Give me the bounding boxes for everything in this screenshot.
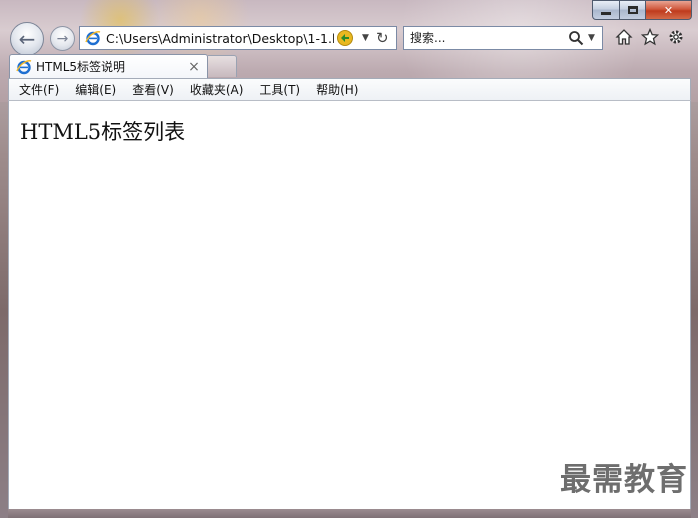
ie-tab-icon (16, 59, 32, 74)
window-chrome: ✕ ← → C:\Users\Administrator\Desktop\1-1… (0, 0, 698, 102)
maximize-icon (627, 6, 638, 14)
menu-help[interactable]: 帮助(H) (308, 81, 366, 98)
menu-view[interactable]: 查看(V) (124, 81, 182, 98)
back-button[interactable]: ← (10, 22, 44, 56)
address-dropdown-icon[interactable]: ▼ (362, 33, 374, 43)
menu-favorites[interactable]: 收藏夹(A) (182, 81, 252, 98)
menu-edit[interactable]: 编辑(E) (67, 81, 124, 98)
search-box[interactable]: ▼ (403, 26, 603, 50)
settings-button[interactable] (666, 27, 686, 47)
new-tab-button[interactable] (208, 55, 237, 77)
favorites-button[interactable] (640, 27, 660, 47)
address-url[interactable]: C:\Users\Administrator\Desktop\1-1.ht (106, 31, 334, 46)
browser-tab[interactable]: HTML5标签说明 × (9, 54, 208, 78)
forward-button[interactable]: → (50, 26, 75, 51)
search-input[interactable] (410, 31, 562, 45)
caption-buttons: ✕ (592, 0, 692, 20)
search-icon[interactable] (568, 30, 584, 46)
search-dropdown-icon[interactable]: ▼ (588, 33, 595, 43)
tab-close-icon[interactable]: × (187, 59, 201, 75)
minimize-button[interactable] (592, 0, 620, 20)
window-bottom-border (8, 509, 691, 518)
page-content: HTML5标签列表 最需教育 (8, 101, 691, 509)
address-bar[interactable]: C:\Users\Administrator\Desktop\1-1.ht ▼ … (79, 26, 397, 50)
tab-title: HTML5标签说明 (36, 60, 126, 74)
compatibility-view-icon[interactable] (336, 29, 354, 47)
refresh-icon[interactable]: ↻ (376, 29, 392, 47)
watermark: 最需教育 (560, 462, 688, 498)
gear-icon (669, 30, 683, 44)
maximize-button[interactable] (620, 0, 646, 20)
star-icon (641, 28, 659, 46)
home-icon (615, 29, 633, 45)
arrow-right-icon: → (56, 30, 69, 47)
ie-page-icon (85, 31, 101, 46)
menu-bar: 文件(F) 编辑(E) 查看(V) 收藏夹(A) 工具(T) 帮助(H) (8, 78, 691, 101)
close-window-button[interactable]: ✕ (646, 0, 692, 20)
arrow-left-icon: ← (18, 27, 36, 51)
menu-file[interactable]: 文件(F) (11, 81, 67, 98)
menu-tools[interactable]: 工具(T) (251, 81, 308, 98)
page-heading: HTML5标签列表 (20, 120, 186, 144)
toolbar-icons (614, 27, 686, 47)
home-button[interactable] (614, 27, 634, 47)
minimize-icon (601, 11, 611, 15)
